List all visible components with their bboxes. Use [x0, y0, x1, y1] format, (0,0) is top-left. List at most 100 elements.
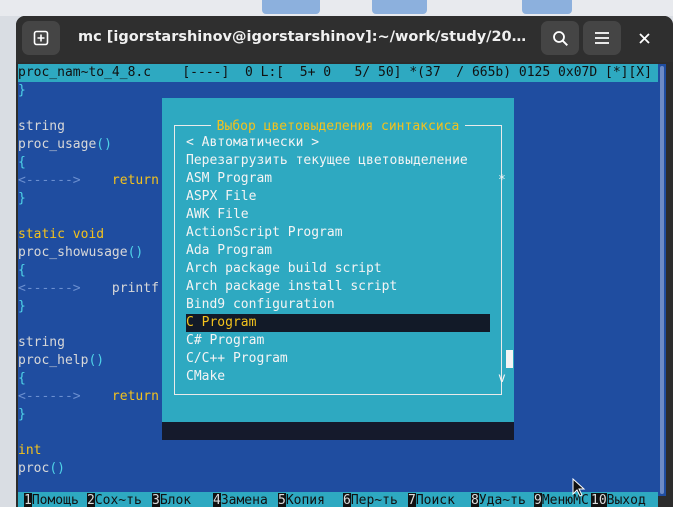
dialog-item[interactable]: ASM Program — [186, 170, 490, 188]
code-token: () — [96, 137, 112, 152]
window-title: mc [igorstarshinov@igorstarshinov]:~/wor… — [78, 29, 528, 45]
desktop-folder-icon — [262, 0, 320, 14]
code-token: } — [18, 407, 26, 422]
window-titlebar[interactable]: mc [igorstarshinov@igorstarshinov]:~/wor… — [16, 16, 673, 62]
code-line: proc_help() — [18, 352, 104, 370]
terminal-scrollbar[interactable] — [658, 64, 666, 496]
dialog-item[interactable]: Arch package install script — [186, 278, 490, 296]
mouse-pointer-icon — [572, 478, 586, 497]
fkey-8[interactable]: 8Уда~ть — [471, 492, 526, 507]
dialog-item[interactable]: Bind9 configuration — [186, 296, 490, 314]
code-token: { — [18, 371, 26, 386]
code-token: } — [18, 83, 26, 98]
list-marker-star: * — [498, 173, 506, 188]
code-line: <------> return — [18, 172, 159, 190]
fkey-10[interactable]: 10Выход — [591, 492, 646, 507]
code-line: } — [18, 190, 26, 208]
code-line: { — [18, 370, 26, 388]
code-line: int — [18, 442, 41, 460]
dialog-item[interactable]: Ada Program — [186, 242, 490, 260]
code-line: } — [18, 298, 26, 316]
search-button[interactable] — [541, 21, 579, 55]
dialog-title: Выбор цветовыделения синтаксиса — [162, 116, 514, 134]
fkey-number: 4 — [213, 493, 221, 507]
plus-box-icon — [33, 30, 49, 46]
new-tab-button[interactable] — [22, 21, 60, 55]
dialog-item[interactable]: Перезагрузить текущее цветовыделение — [186, 152, 490, 170]
menu-button[interactable] — [583, 21, 621, 55]
fkey-number: 10 — [591, 493, 607, 507]
dialog-item[interactable]: AWK File — [186, 206, 490, 224]
fkey-number: 3 — [152, 493, 160, 507]
fkey-6[interactable]: 6Пер~ть — [343, 492, 398, 507]
dialog-item[interactable]: Arch package build script — [186, 260, 490, 278]
fkey-number: 5 — [278, 493, 286, 507]
list-scroll-thumb[interactable] — [506, 350, 513, 368]
code-line: proc_usage() — [18, 136, 112, 154]
search-icon — [552, 30, 568, 46]
scrollbar-thumb[interactable] — [660, 66, 664, 494]
close-icon — [638, 32, 650, 44]
dialog-item[interactable]: ASPX File — [186, 188, 490, 206]
code-line: proc_showusage() — [18, 244, 143, 262]
fkey-7[interactable]: 7Поиск — [408, 492, 455, 507]
fkey-number: 6 — [343, 493, 351, 507]
fkey-number: 7 — [408, 493, 416, 507]
code-token: () — [49, 461, 65, 476]
fkey-number: 9 — [534, 493, 542, 507]
fkey-label: Блок — [159, 493, 192, 507]
dialog-item[interactable]: C/C++ Program — [186, 350, 490, 368]
fkey-label: Поиск — [415, 493, 455, 507]
dialog-item[interactable]: < Автоматически > — [186, 134, 490, 152]
code-token: <------> — [18, 389, 81, 404]
fkey-3[interactable]: 3Блок — [152, 492, 191, 507]
dialog-item[interactable]: CMake — [186, 368, 490, 386]
code-token: <------> — [18, 281, 81, 296]
code-line: { — [18, 262, 26, 280]
fkey-label: Помощь — [31, 493, 79, 507]
code-token: <------> — [18, 173, 81, 188]
fkey-1[interactable]: 1Помощь — [24, 492, 79, 507]
code-token: return — [80, 389, 159, 404]
fkey-2[interactable]: 2Сох~ть — [87, 492, 142, 507]
code-line: <------> return — [18, 388, 159, 406]
fkey-number: 1 — [24, 493, 32, 507]
code-token: static void — [18, 227, 105, 242]
close-button[interactable] — [634, 28, 654, 48]
code-line: proc() — [18, 460, 65, 478]
fkey-5[interactable]: 5Копия — [278, 492, 325, 507]
code-token: { — [18, 155, 26, 170]
desktop-folder-icon — [522, 0, 572, 14]
editor-status-line: proc_nam~to_4_8.c [----] 0 L:[ 5+ 0 5/ 5… — [18, 64, 658, 82]
code-token: proc_usage — [18, 137, 97, 152]
code-line: string — [18, 334, 65, 352]
code-token: } — [18, 191, 26, 206]
code-token: string — [18, 335, 65, 350]
code-line: string — [18, 118, 65, 136]
fkey-label: Пер~ть — [350, 493, 398, 507]
dialog-item[interactable]: C# Program — [186, 332, 490, 350]
fkey-label: Уда~ть — [478, 493, 526, 507]
fkey-number: 8 — [471, 493, 479, 507]
fkey-label: Копия — [285, 493, 325, 507]
function-key-bar: 1Помощь 2Сох~ть 3Блок 4Замена 5Копия 6Пер~ть 7… — [18, 492, 658, 507]
code-token: proc_help — [18, 353, 89, 368]
fkey-4[interactable]: 4Замена — [213, 492, 268, 507]
dialog-item[interactable]: ActionScript Program — [186, 224, 490, 242]
code-line: <------> printf — [18, 280, 159, 298]
code-line: } — [18, 82, 26, 100]
fkey-label: Выход — [606, 493, 646, 507]
code-token: () — [88, 353, 105, 368]
code-token: { — [18, 263, 26, 278]
code-token: string — [18, 119, 65, 134]
code-token: proc — [18, 461, 50, 476]
dialog-item-selected[interactable]: C Program — [186, 314, 490, 332]
fkey-number: 2 — [87, 493, 95, 507]
code-token: } — [18, 299, 26, 314]
desktop-background — [0, 0, 673, 16]
list-more-indicator: v — [498, 371, 506, 386]
code-token: int — [18, 443, 42, 458]
fkey-label: Замена — [220, 493, 268, 507]
code-token: printf — [80, 281, 159, 296]
code-token: () — [127, 245, 144, 260]
